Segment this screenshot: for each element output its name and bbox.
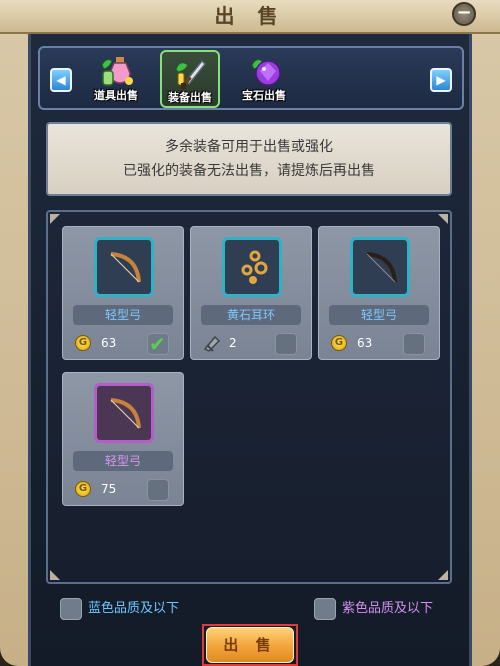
gem-icon xyxy=(251,59,281,86)
coin-icon: G xyxy=(331,335,347,351)
notice-box: 多余装备可用于出售或强化 已强化的装备无法出售，请提炼后再出售 xyxy=(46,122,452,196)
price-row: 2 xyxy=(203,333,303,355)
close-button[interactable]: − xyxy=(452,2,476,26)
item-grid: 轻型弓 G 63 ✔ 黄石耳环 2 轻型弓 G 63 轻型弓 G 75 xyxy=(46,210,452,584)
next-tab-button[interactable]: ▶ xyxy=(430,68,452,92)
filter-checkbox[interactable] xyxy=(314,598,336,620)
sword-icon xyxy=(175,59,207,89)
tab-label: 道具出售 xyxy=(94,89,138,102)
item-price: 63 xyxy=(101,336,117,350)
item-card[interactable]: 黄石耳环 2 xyxy=(190,226,312,360)
earring-icon xyxy=(241,250,268,284)
minus-icon: − xyxy=(456,2,472,23)
arrow-left-icon: ◀ xyxy=(56,73,66,87)
notice-line: 多余装备可用于出售或强化 xyxy=(165,139,333,155)
sell-button[interactable]: 出 售 xyxy=(206,627,294,663)
price-row: G 75 xyxy=(75,479,175,501)
item-price: 2 xyxy=(229,336,237,350)
price-row: G 63 xyxy=(331,333,431,355)
filter-purple-quality[interactable]: 紫色品质及以下 xyxy=(314,596,474,622)
tab-equipment-sell[interactable]: 装备出售 xyxy=(160,50,220,108)
tab-label: 宝石出售 xyxy=(242,89,286,102)
item-name: 轻型弓 xyxy=(73,305,173,325)
item-checkbox[interactable] xyxy=(147,479,169,501)
corner-ornament xyxy=(50,570,60,580)
corner-ornament xyxy=(438,214,448,224)
item-checkbox[interactable] xyxy=(403,333,425,355)
tab-item-sell[interactable]: 道具出售 xyxy=(86,50,146,108)
item-card[interactable]: 轻型弓 G 63 ✔ xyxy=(62,226,184,360)
arrow-right-icon: ▶ xyxy=(436,73,446,87)
bow-icon xyxy=(110,398,141,429)
item-card[interactable]: 轻型弓 G 75 xyxy=(62,372,184,506)
filter-label: 蓝色品质及以下 xyxy=(88,601,180,616)
item-slot xyxy=(94,383,154,443)
checkmark-icon: ✔ xyxy=(149,332,166,356)
corner-ornament xyxy=(438,570,448,580)
filter-checkbox[interactable] xyxy=(60,598,82,620)
bow-icon xyxy=(366,252,397,283)
material-icon xyxy=(203,335,221,352)
item-checkbox[interactable]: ✔ xyxy=(147,332,169,356)
item-price: 75 xyxy=(101,482,117,496)
tab-bar: ◀ 道具出售 装备出售 宝石出售 ▶ xyxy=(38,46,464,110)
item-checkbox[interactable] xyxy=(275,333,297,355)
price-row: G 63 ✔ xyxy=(75,332,175,356)
coin-icon: G xyxy=(75,335,91,351)
item-slot xyxy=(222,237,282,297)
item-name: 轻型弓 xyxy=(73,451,173,471)
prev-tab-button[interactable]: ◀ xyxy=(50,68,72,92)
corner-ornament xyxy=(50,214,60,224)
tab-gem-sell[interactable]: 宝石出售 xyxy=(234,50,294,108)
notice-line: 已强化的装备无法出售，请提炼后再出售 xyxy=(123,163,375,179)
potion-icon xyxy=(101,57,133,86)
item-slot xyxy=(350,237,410,297)
tab-label: 装备出售 xyxy=(168,91,212,104)
item-name: 轻型弓 xyxy=(329,305,429,325)
window-title: 出 售 xyxy=(214,4,286,28)
item-card[interactable]: 轻型弓 G 63 xyxy=(318,226,440,360)
item-price: 63 xyxy=(357,336,373,350)
filter-label: 紫色品质及以下 xyxy=(342,601,434,616)
item-slot xyxy=(94,237,154,297)
coin-icon: G xyxy=(75,481,91,497)
bow-icon xyxy=(110,252,141,283)
filter-blue-quality[interactable]: 蓝色品质及以下 xyxy=(60,596,220,622)
item-name: 黄石耳环 xyxy=(201,305,301,325)
title-bar: 出 售 − xyxy=(0,0,500,34)
